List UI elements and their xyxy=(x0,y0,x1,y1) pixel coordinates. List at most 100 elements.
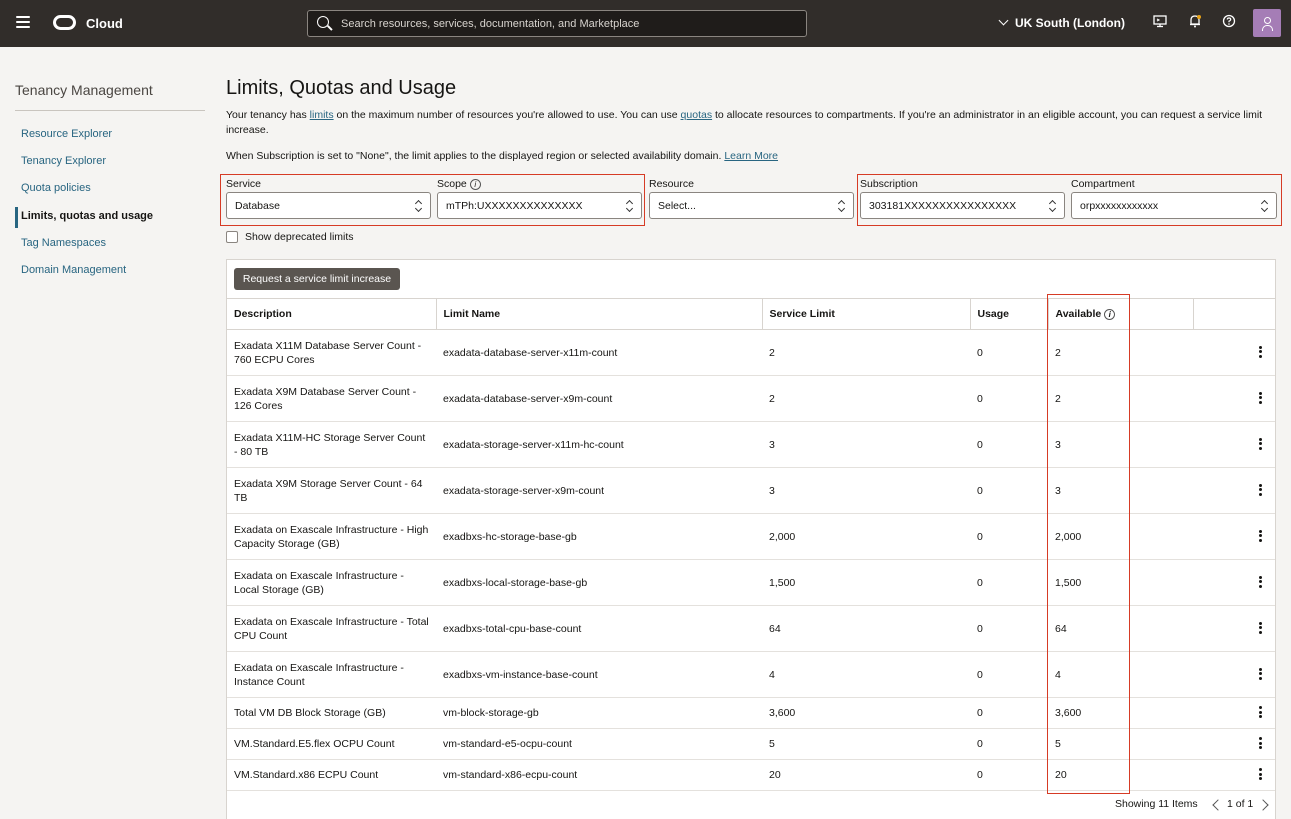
cell-description: Exadata on Exascale Infrastructure - Ins… xyxy=(227,651,436,698)
cell-limit-name: exadata-database-server-x11m-count xyxy=(436,329,762,376)
sidebar-item-tenancy-explorer[interactable]: Tenancy Explorer xyxy=(21,155,106,167)
page-indicator: 1 of 1 xyxy=(1227,798,1254,810)
search-icon xyxy=(317,16,329,28)
kebab-menu-icon[interactable] xyxy=(1259,737,1262,750)
items-count: Showing 11 Items xyxy=(1115,798,1198,810)
desc-text-a: Your tenancy has xyxy=(226,109,310,121)
info-icon[interactable]: i xyxy=(469,179,481,190)
region-selector[interactable]: UK South (London) xyxy=(998,15,1125,30)
cell-available: 2 xyxy=(1048,329,1193,376)
cell-actions xyxy=(1193,421,1275,468)
cell-available: 3,600 xyxy=(1048,697,1193,729)
sidebar-item-quota-policies[interactable]: Quota policies xyxy=(21,182,91,194)
service-select[interactable]: Database xyxy=(226,192,431,219)
show-deprecated-label[interactable]: Show deprecated limits xyxy=(245,231,354,243)
cell-limit-name: exadata-storage-server-x9m-count xyxy=(436,467,762,514)
brand-label[interactable]: Cloud xyxy=(86,16,123,31)
col-header-available[interactable]: Available i xyxy=(1048,298,1194,330)
show-deprecated-checkbox[interactable] xyxy=(226,231,238,243)
subscription-value: 303181XXXXXXXXXXXXXXXX xyxy=(869,200,1017,212)
table-row: Exadata X11M-HC Storage Server Count - 8… xyxy=(227,421,1275,468)
compartment-select[interactable]: orpxxxxxxxxxxxx xyxy=(1071,192,1277,219)
sidebar-item-domain-management[interactable]: Domain Management xyxy=(21,264,126,276)
cell-actions xyxy=(1193,513,1275,560)
kebab-menu-icon[interactable] xyxy=(1259,391,1262,404)
cell-usage: 0 xyxy=(970,559,1048,606)
scope-label-wrap: Scope i xyxy=(437,178,481,190)
page-title: Limits, Quotas and Usage xyxy=(226,77,457,99)
cell-service-limit: 5 xyxy=(762,728,970,760)
kebab-menu-icon[interactable] xyxy=(1259,667,1262,680)
search-box[interactable] xyxy=(307,10,807,37)
info-icon[interactable]: i xyxy=(1104,309,1116,320)
cell-usage: 0 xyxy=(970,759,1048,791)
kebab-menu-icon[interactable] xyxy=(1259,483,1262,496)
cell-service-limit: 2 xyxy=(762,329,970,376)
top-bar: Cloud UK South (London) xyxy=(0,0,1291,47)
cell-limit-name: exadbxs-hc-storage-base-gb xyxy=(436,513,762,560)
oracle-logo-icon[interactable] xyxy=(53,15,76,30)
compartment-value: orpxxxxxxxxxxxx xyxy=(1080,200,1159,212)
kebab-menu-icon[interactable] xyxy=(1259,768,1262,781)
col-header-usage[interactable]: Usage xyxy=(970,298,1049,330)
desc-text-b: on the maximum number of resources you'r… xyxy=(333,109,681,121)
limits-table: Description Limit Name Service Limit Usa… xyxy=(227,298,1275,791)
notifications-bell-icon[interactable] xyxy=(1186,14,1204,32)
subscription-select[interactable]: 303181XXXXXXXXXXXXXXXX xyxy=(860,192,1065,219)
cell-description: Exadata X11M-HC Storage Server Count - 8… xyxy=(227,421,436,468)
request-limit-increase-button[interactable]: Request a service limit increase xyxy=(234,268,400,290)
table-row: Exadata on Exascale Infrastructure - Hig… xyxy=(227,513,1275,560)
cell-description: VM.Standard.E5.flex OCPU Count xyxy=(227,728,436,760)
sidebar-divider xyxy=(15,110,205,111)
cell-description: Exadata X9M Database Server Count - 126 … xyxy=(227,375,436,422)
kebab-menu-icon[interactable] xyxy=(1259,621,1262,634)
table-row: Total VM DB Block Storage (GB) vm-block-… xyxy=(227,697,1275,729)
sidebar-item-tag-namespaces[interactable]: Tag Namespaces xyxy=(21,237,106,249)
cell-service-limit: 2,000 xyxy=(762,513,970,560)
cell-service-limit: 3 xyxy=(762,467,970,514)
kebab-menu-icon[interactable] xyxy=(1259,706,1262,719)
kebab-menu-icon[interactable] xyxy=(1259,575,1262,588)
limits-link[interactable]: limits xyxy=(310,109,334,121)
page-description: Your tenancy has limits on the maximum n… xyxy=(226,108,1276,138)
select-arrows-icon xyxy=(415,199,422,213)
kebab-menu-icon[interactable] xyxy=(1259,437,1262,450)
user-avatar[interactable] xyxy=(1253,9,1281,37)
col-header-service-limit[interactable]: Service Limit xyxy=(762,298,971,330)
cell-description: Exadata on Exascale Infrastructure - Loc… xyxy=(227,559,436,606)
sidebar-item-limits-quotas-usage[interactable]: Limits, quotas and usage xyxy=(21,210,153,222)
cell-service-limit: 2 xyxy=(762,375,970,422)
hamburger-menu-icon[interactable] xyxy=(16,16,30,28)
note-text: When Subscription is set to "None", the … xyxy=(226,150,725,162)
resource-select[interactable]: Select... xyxy=(649,192,854,219)
cell-description: Exadata X9M Storage Server Count - 64 TB xyxy=(227,467,436,514)
cell-service-limit: 4 xyxy=(762,651,970,698)
cell-service-limit: 1,500 xyxy=(762,559,970,606)
learn-more-link[interactable]: Learn More xyxy=(724,150,778,162)
table-row: Exadata on Exascale Infrastructure - Loc… xyxy=(227,559,1275,606)
subscription-note: When Subscription is set to "None", the … xyxy=(226,150,778,162)
select-arrows-icon xyxy=(1261,199,1268,213)
help-icon[interactable] xyxy=(1220,14,1238,32)
table-row: VM.Standard.E5.flex OCPU Count vm-standa… xyxy=(227,728,1275,760)
sidebar-item-resource-explorer[interactable]: Resource Explorer xyxy=(21,128,112,140)
table-row: Exadata X9M Database Server Count - 126 … xyxy=(227,375,1275,422)
scope-select[interactable]: mTPh:UXXXXXXXXXXXXXX xyxy=(437,192,642,219)
cell-limit-name: exadbxs-local-storage-base-gb xyxy=(436,559,762,606)
cell-actions xyxy=(1193,651,1275,698)
kebab-menu-icon[interactable] xyxy=(1259,345,1262,358)
cell-available: 3 xyxy=(1048,467,1193,514)
cell-description: VM.Standard.x86 ECPU Count xyxy=(227,759,436,791)
cell-usage: 0 xyxy=(970,605,1048,652)
search-input[interactable] xyxy=(341,15,791,33)
cell-actions xyxy=(1193,329,1275,376)
select-arrows-icon xyxy=(626,199,633,213)
col-header-limit-name[interactable]: Limit Name xyxy=(436,298,763,330)
kebab-menu-icon[interactable] xyxy=(1259,529,1262,542)
cell-usage: 0 xyxy=(970,375,1048,422)
quotas-link[interactable]: quotas xyxy=(681,109,713,121)
cloud-shell-icon[interactable] xyxy=(1151,14,1169,32)
table-row: Exadata on Exascale Infrastructure - Ins… xyxy=(227,651,1275,698)
col-header-description[interactable]: Description xyxy=(227,298,437,330)
select-arrows-icon xyxy=(838,199,845,213)
